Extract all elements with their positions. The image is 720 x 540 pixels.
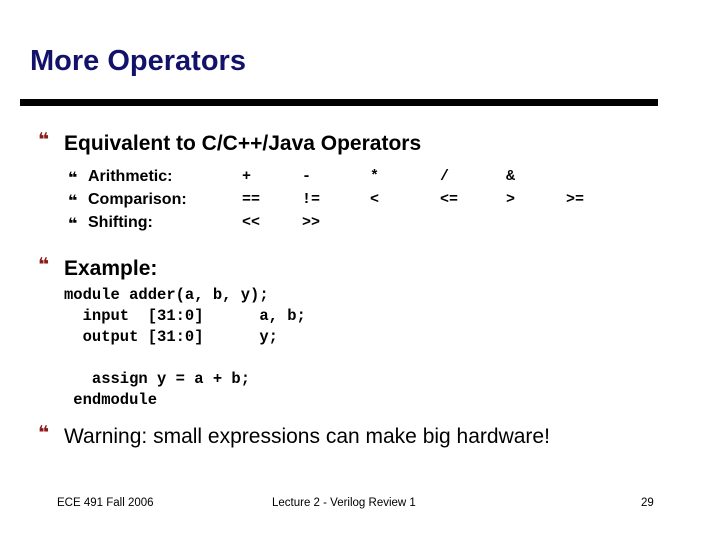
operator-cell: << <box>242 214 261 231</box>
sub-bullet-marker-icon: ❝ <box>68 168 88 191</box>
operator-cell: * <box>370 168 380 185</box>
operator-cell: >> <box>302 214 321 231</box>
operator-category-label: Shifting: <box>88 214 153 231</box>
slide-footer: ECE 491 Fall 2006 Lecture 2 - Verilog Re… <box>0 497 720 515</box>
operator-category-label: Arithmetic: <box>88 168 173 185</box>
operator-cell: / <box>440 168 450 185</box>
page-title: More Operators <box>30 45 246 77</box>
bullet-warning: ❝ Warning: small expressions can make big… <box>38 424 598 449</box>
quote-bullet-icon: ❝ <box>68 168 78 187</box>
bullet-marker-icon: ❝ <box>38 131 64 156</box>
operator-cell: > <box>506 191 516 208</box>
operator-cell: + <box>242 168 252 185</box>
quote-bullet-icon: ❝ <box>68 214 78 233</box>
operators-table: ❝ Arithmetic: + - * / & ❝ Comparison: ==… <box>68 168 606 237</box>
slide: More Operators ❝ Equivalent to C/C++/Java… <box>0 0 720 540</box>
bullet-equivalent-operators: ❝ Equivalent to C/C++/Java Operators <box>38 131 421 156</box>
quote-bullet-icon: ❝ <box>38 129 50 151</box>
operator-cell: <= <box>440 191 459 208</box>
bullet-example: ❝ Example: <box>38 256 157 281</box>
sub-bullet-marker-icon: ❝ <box>68 191 88 214</box>
footer-lecture-label: Lecture 2 - Verilog Review 1 <box>272 497 416 509</box>
bullet-marker-icon: ❝ <box>38 424 64 449</box>
footer-course-label: ECE 491 Fall 2006 <box>57 497 154 509</box>
verilog-code-listing: module adder(a, b, y); input [31:0] a, b… <box>64 286 306 409</box>
title-divider-rule <box>20 99 658 106</box>
quote-bullet-icon: ❝ <box>38 254 50 276</box>
quote-bullet-icon: ❝ <box>38 422 50 444</box>
table-row: ❝ Comparison: == != < <= > >= <box>68 191 606 214</box>
quote-bullet-icon: ❝ <box>68 191 78 210</box>
operator-cell <box>566 168 606 191</box>
operator-cell: - <box>302 168 312 185</box>
operator-cell: == <box>242 191 261 208</box>
operator-cell: != <box>302 191 321 208</box>
bullet-example-label: Example: <box>64 257 158 280</box>
sub-bullet-marker-icon: ❝ <box>68 214 88 237</box>
operator-cell: >= <box>566 191 585 208</box>
table-row: ❝ Arithmetic: + - * / & <box>68 168 606 191</box>
bullet-warning-label: Warning: small expressions can make big … <box>64 425 550 448</box>
bullet-marker-icon: ❝ <box>38 256 64 281</box>
operator-category-label: Comparison: <box>88 191 187 208</box>
bullet-equivalent-operators-label: Equivalent to C/C++/Java Operators <box>64 132 422 155</box>
operator-cell: & <box>506 168 516 185</box>
footer-page-number: 29 <box>641 497 654 509</box>
operator-cell <box>440 214 506 237</box>
operator-cell: < <box>370 191 380 208</box>
table-row: ❝ Shifting: << >> <box>68 214 606 237</box>
operator-cell <box>566 214 606 237</box>
operator-cell <box>370 214 440 237</box>
operator-cell <box>506 214 566 237</box>
